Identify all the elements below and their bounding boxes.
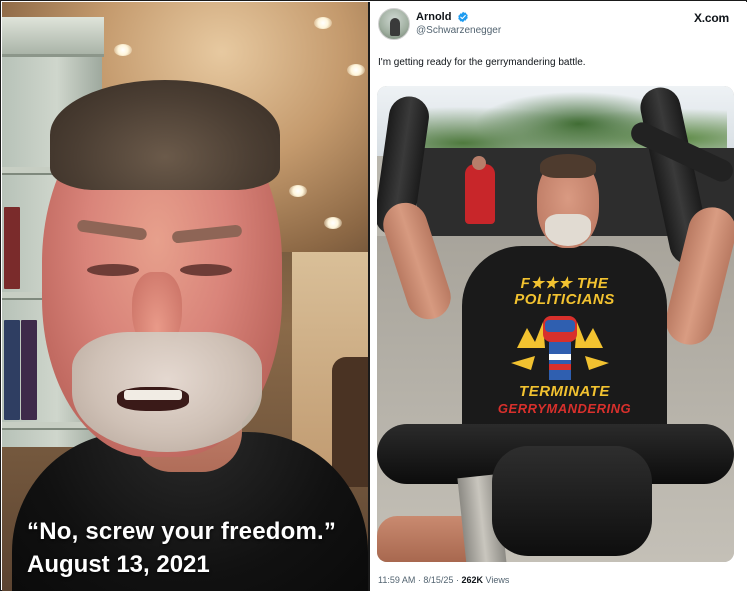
- x-post[interactable]: Arnold @Schwarzenegger X.com I'm getting…: [370, 2, 747, 591]
- hair: [540, 154, 596, 178]
- avatar[interactable]: [378, 8, 410, 40]
- ceiling-light: [347, 64, 365, 76]
- meta-separator: ·: [455, 575, 459, 585]
- meta-separator: ·: [417, 575, 421, 585]
- beard: [545, 214, 591, 246]
- person-hair: [50, 80, 280, 190]
- verified-badge-icon: [458, 11, 468, 23]
- avatar-figure: [390, 18, 400, 36]
- background-person: [465, 164, 495, 224]
- ceiling-light: [314, 17, 332, 29]
- caption-quote: “No, screw your freedom.”: [27, 518, 337, 545]
- ceiling-light: [324, 217, 342, 229]
- video-still-panel: “No, screw your freedom.” August 13, 202…: [2, 2, 368, 591]
- source-label: X.com: [693, 11, 729, 25]
- display-name[interactable]: Arnold: [416, 11, 451, 23]
- person-eye: [180, 264, 232, 276]
- person-eye: [87, 264, 139, 276]
- shirt-text-line-4: GERRYMANDERING: [497, 401, 632, 416]
- post-date[interactable]: 8/15/25: [423, 575, 453, 585]
- doorway: [332, 357, 368, 487]
- ceiling-light: [289, 185, 307, 197]
- composite-image: “No, screw your freedom.” August 13, 202…: [0, 0, 747, 591]
- book: [4, 207, 20, 289]
- post-time[interactable]: 11:59 AM: [378, 575, 415, 585]
- shirt-text-line-1: F★★★ THE: [520, 275, 609, 292]
- shirt-text-line-3: TERMINATE: [519, 383, 610, 400]
- machine-pad: [492, 446, 652, 556]
- ceiling-light: [114, 44, 132, 56]
- book: [21, 320, 37, 420]
- views-count[interactable]: 262K: [461, 575, 483, 585]
- post-text: I'm getting ready for the gerrymandering…: [378, 57, 586, 68]
- caption-date: August 13, 2021: [27, 551, 210, 578]
- book: [4, 320, 20, 420]
- post-photo[interactable]: F★★★ THE POLITICIANS TERMINATE GERRYMAND…: [377, 86, 734, 562]
- shirt-text-line-2: POLITICIANS: [514, 291, 615, 308]
- person-teeth: [124, 390, 182, 400]
- bookshelf-crown: [2, 17, 104, 57]
- post-meta: 11:59 AM · 8/15/25 · 262K Views: [378, 575, 509, 585]
- background-person-head: [472, 156, 486, 170]
- user-handle[interactable]: @Schwarzenegger: [416, 25, 501, 36]
- views-label: Views: [485, 575, 510, 585]
- raised-fist-emblem-icon: [511, 316, 609, 380]
